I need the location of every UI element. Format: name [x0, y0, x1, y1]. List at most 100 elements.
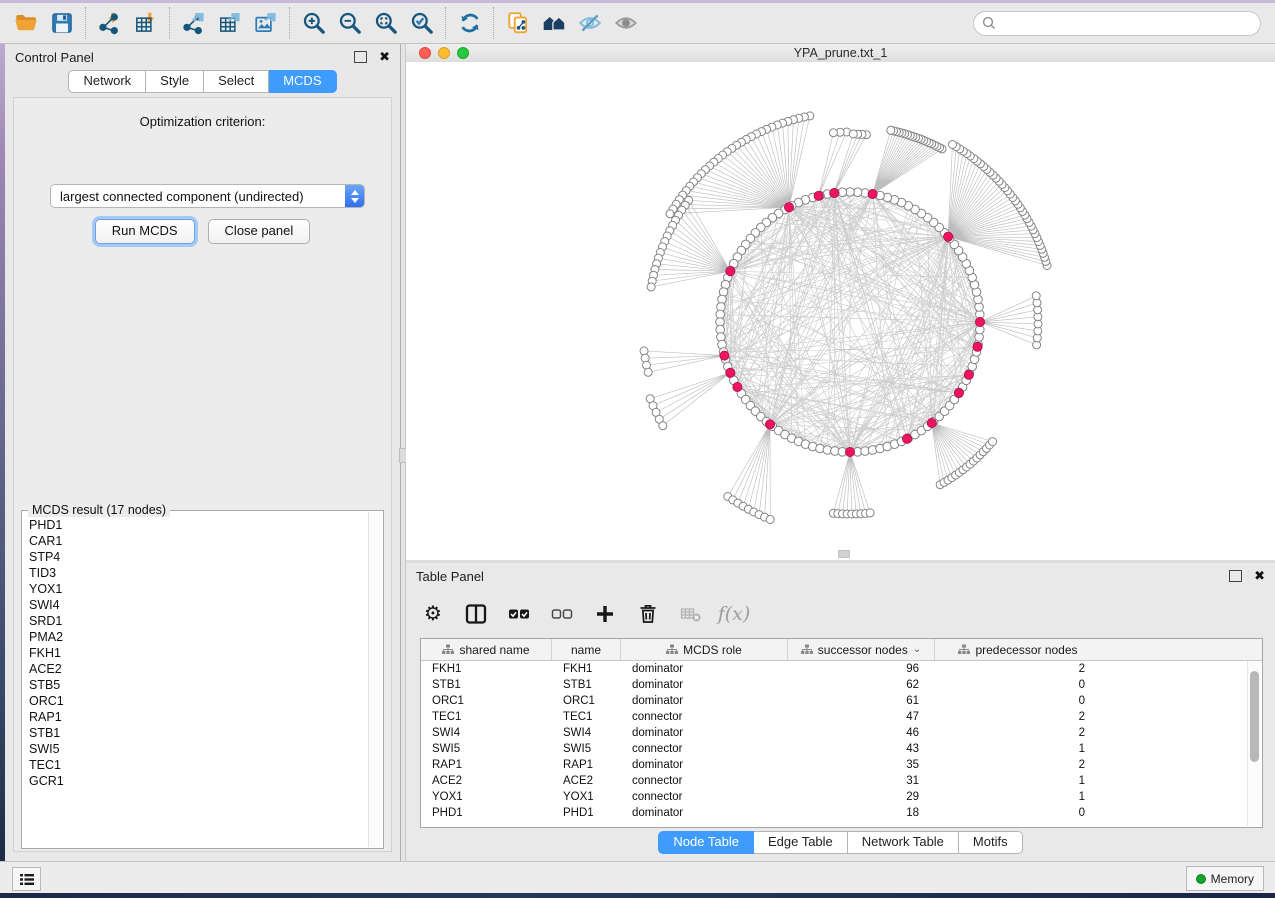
tab-edge-table[interactable]: Edge Table	[754, 831, 848, 854]
column-header-mcds-role[interactable]: MCDS role	[621, 639, 788, 660]
column-header-shared-name[interactable]: shared name	[421, 639, 552, 660]
export-image-button[interactable]	[248, 6, 284, 40]
toolbar-separator	[445, 7, 447, 39]
mcds-result-item[interactable]: FKH1	[29, 645, 369, 661]
import-table-icon	[133, 10, 159, 36]
table-scrollbar[interactable]	[1247, 661, 1261, 826]
mcds-result-item[interactable]: SRD1	[29, 613, 369, 629]
task-history-button[interactable]	[12, 867, 41, 891]
zoom-selected-button[interactable]	[404, 6, 440, 40]
table-row[interactable]: ACE2ACE2connector311	[421, 773, 1262, 789]
search-input[interactable]	[996, 15, 1252, 31]
table-cell: 0	[935, 807, 1101, 819]
mcds-result-item[interactable]: CAR1	[29, 533, 369, 549]
toolbar-separator	[493, 7, 495, 39]
tab-mcds[interactable]: MCDS	[269, 70, 336, 93]
mcds-result-item[interactable]: RAP1	[29, 709, 369, 725]
mcds-result-item[interactable]: SWI5	[29, 741, 369, 757]
first-neighbors-button[interactable]	[536, 6, 572, 40]
duplicate-network-button[interactable]	[500, 6, 536, 40]
mcds-result-item[interactable]: TID3	[29, 565, 369, 581]
network-titlebar[interactable]: YPA_prune.txt_1	[406, 44, 1275, 63]
memory-button[interactable]: Memory	[1186, 866, 1264, 891]
mcds-result-item[interactable]: STB1	[29, 725, 369, 741]
table-toolbar: ⚙ f(x)	[420, 593, 1261, 635]
table-row[interactable]: PHD1PHD1dominator180	[421, 805, 1262, 821]
table-row[interactable]: ORC1ORC1dominator610	[421, 693, 1262, 709]
mcds-list-scrollbar[interactable]	[368, 512, 382, 847]
mcds-result-item[interactable]: GCR1	[29, 773, 369, 789]
table-row[interactable]: YOX1YOX1connector291	[421, 789, 1262, 805]
import-network-button[interactable]	[92, 6, 128, 40]
table-row[interactable]: STB1STB1dominator620	[421, 677, 1262, 693]
mcds-result-item[interactable]: SWI4	[29, 597, 369, 613]
table-cell: connector	[621, 791, 788, 803]
deselect-all-button[interactable]	[549, 601, 575, 627]
table-cell: PHD1	[552, 807, 621, 819]
tab-network[interactable]: Network	[68, 70, 146, 93]
mcds-result-item[interactable]: ORC1	[29, 693, 369, 709]
add-row-button[interactable]	[592, 601, 618, 627]
table-cell: 62	[788, 679, 935, 691]
column-header-name[interactable]: name	[552, 639, 621, 660]
mcds-panel: Optimization criterion: largest connecte…	[13, 97, 392, 852]
mcds-result-item[interactable]: STP4	[29, 549, 369, 565]
close-panel-button[interactable]: Close panel	[208, 219, 311, 244]
select-all-button[interactable]	[506, 601, 532, 627]
refresh-button[interactable]	[452, 6, 488, 40]
zoom-in-button[interactable]	[296, 6, 332, 40]
table-cell: 1	[935, 743, 1101, 755]
mcds-result-list[interactable]: PHD1CAR1STP4TID3YOX1SWI4SRD1PMA2FKH1ACE2…	[23, 517, 369, 847]
table-scrollbar-thumb[interactable]	[1250, 671, 1259, 762]
network-graph[interactable]	[406, 62, 1275, 560]
mcds-result-item[interactable]: PMA2	[29, 629, 369, 645]
table-cell: 31	[788, 775, 935, 787]
export-network-button[interactable]	[176, 6, 212, 40]
save-session-button[interactable]	[44, 6, 80, 40]
mcds-result-item[interactable]: YOX1	[29, 581, 369, 597]
save-session-icon	[49, 10, 75, 36]
search-box[interactable]	[973, 11, 1261, 36]
float-panel-icon[interactable]	[354, 51, 367, 63]
export-table-button[interactable]	[212, 6, 248, 40]
column-header-successor-nodes[interactable]: successor nodes⌄	[788, 639, 935, 660]
table-row[interactable]: SWI4SWI4dominator462	[421, 725, 1262, 741]
table-cell: PHD1	[421, 807, 552, 819]
tab-network-table[interactable]: Network Table	[848, 831, 959, 854]
table-cell: TEC1	[552, 711, 621, 723]
show-columns-button[interactable]	[463, 601, 489, 627]
mcds-result-item[interactable]: ACE2	[29, 661, 369, 677]
function-builder-icon: f(x)	[718, 603, 751, 625]
mcds-result-item[interactable]: PHD1	[29, 517, 369, 533]
close-panel-icon[interactable]: ✖	[379, 52, 390, 62]
table-row[interactable]: SWI5SWI5connector431	[421, 741, 1262, 757]
attribute-settings-button[interactable]: ⚙	[420, 601, 446, 627]
tab-style[interactable]: Style	[146, 70, 204, 93]
run-mcds-button[interactable]: Run MCDS	[95, 219, 195, 244]
tab-node-table[interactable]: Node Table	[658, 831, 754, 854]
table-cell: connector	[621, 711, 788, 723]
float-table-panel-icon[interactable]	[1229, 570, 1242, 582]
hide-selected-button[interactable]	[572, 6, 608, 40]
mcds-result-item[interactable]: STB5	[29, 677, 369, 693]
delete-row-button[interactable]	[635, 601, 661, 627]
column-header-predecessor-nodes[interactable]: predecessor nodes	[935, 639, 1101, 660]
zoom-out-button[interactable]	[332, 6, 368, 40]
show-all-button[interactable]	[608, 6, 644, 40]
tab-motifs[interactable]: Motifs	[959, 831, 1023, 854]
table-row[interactable]: RAP1RAP1dominator352	[421, 757, 1262, 773]
zoom-fit-button[interactable]	[368, 6, 404, 40]
table-row[interactable]: TEC1TEC1connector472	[421, 709, 1262, 725]
optimization-criterion-select[interactable]: largest connected component (undirected)	[50, 184, 365, 208]
network-canvas[interactable]	[406, 62, 1275, 560]
close-table-panel-icon[interactable]: ✖	[1254, 571, 1265, 581]
open-file-button[interactable]	[8, 6, 44, 40]
mcds-result-item[interactable]: TEC1	[29, 757, 369, 773]
shared-column-icon	[442, 644, 454, 655]
tab-select[interactable]: Select	[204, 70, 269, 93]
table-cell: 1	[935, 791, 1101, 803]
duplicate-network-icon	[505, 10, 531, 36]
table-row[interactable]: FKH1FKH1dominator962	[421, 661, 1262, 677]
import-table-button[interactable]	[128, 6, 164, 40]
horizontal-splitter-handle[interactable]	[838, 550, 850, 558]
